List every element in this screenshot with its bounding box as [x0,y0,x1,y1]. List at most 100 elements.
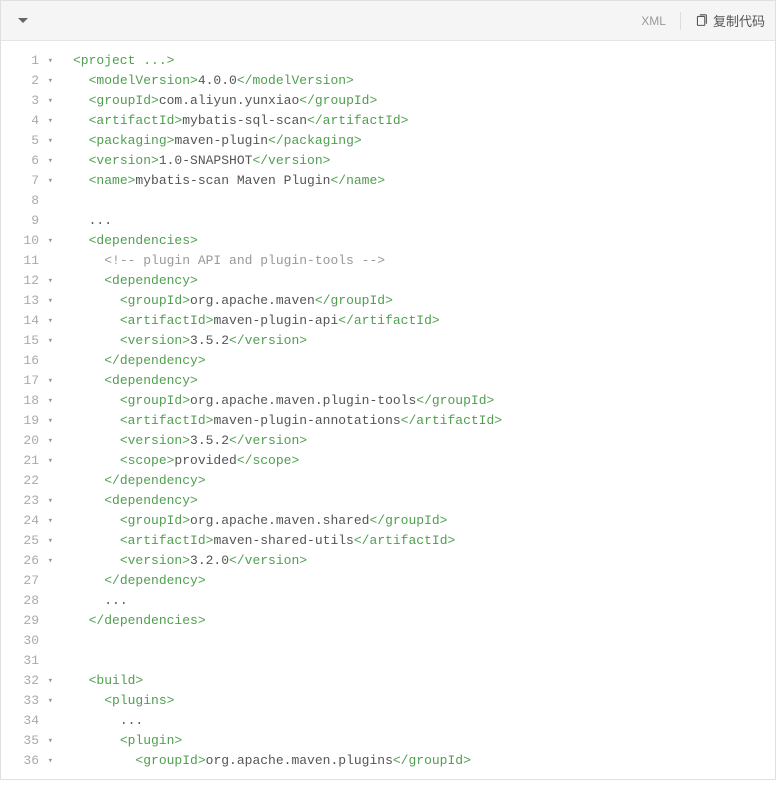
copy-icon [695,14,708,27]
fold-caret-icon[interactable]: ▾ [44,291,53,311]
line-number: 27 [21,571,39,591]
token-text: com.aliyun.yunxiao [159,93,299,108]
fold-caret-icon[interactable]: ▾ [44,431,53,451]
code-line: ... [73,591,775,611]
gutter-line: 5▾ [1,131,59,151]
fold-caret-icon[interactable]: ▾ [44,311,53,331]
fold-caret-icon[interactable]: ▾ [44,511,53,531]
token-text: 3.5.2 [190,433,229,448]
code-line: <dependency> [73,491,775,511]
token-tag: <plugin> [120,733,182,748]
token-text: maven-plugin [174,133,268,148]
gutter-line: 35▾ [1,731,59,751]
fold-caret-icon[interactable]: ▾ [44,391,53,411]
code-line [73,631,775,651]
fold-caret-icon[interactable]: ▾ [44,51,53,71]
token-tag: <artifactId> [120,413,214,428]
gutter-line: 16 [1,351,59,371]
fold-caret-icon[interactable]: ▾ [44,451,53,471]
toolbar-divider [680,12,681,30]
fold-caret-icon[interactable]: ▾ [44,71,53,91]
code-line: <packaging>maven-plugin</packaging> [73,131,775,151]
gutter-line: 2▾ [1,71,59,91]
gutter-line: 20▾ [1,431,59,451]
code-line: <dependency> [73,271,775,291]
fold-caret-icon[interactable]: ▾ [44,331,53,351]
token-tag: </dependency> [104,573,205,588]
token-tag: <version> [120,433,190,448]
code-line: </dependency> [73,571,775,591]
fold-caret-icon[interactable]: ▾ [44,151,53,171]
token-tag: <version> [89,153,159,168]
language-label: XML [641,14,666,28]
token-tag: <dependency> [104,493,198,508]
code-line: <version>3.5.2</version> [73,431,775,451]
copy-code-button[interactable]: 复制代码 [695,11,765,30]
line-number: 24 [21,511,39,531]
fold-caret-icon[interactable]: ▾ [44,411,53,431]
line-number: 1 [21,51,39,71]
code-line [73,191,775,211]
line-number: 34 [21,711,39,731]
line-number: 16 [21,351,39,371]
gutter-line: 24▾ [1,511,59,531]
fold-caret-icon[interactable]: ▾ [44,271,53,291]
line-number: 2 [21,71,39,91]
line-number: 10 [21,231,39,251]
line-number: 12 [21,271,39,291]
code-area: 1▾2▾3▾4▾5▾6▾7▾8910▾1112▾13▾14▾15▾1617▾18… [1,41,775,779]
code-line: <artifactId>maven-plugin-api</artifactId… [73,311,775,331]
fold-caret-icon[interactable]: ▾ [44,491,53,511]
token-tag: </groupId> [416,393,494,408]
fold-caret-icon[interactable]: ▾ [44,171,53,191]
fold-caret-icon[interactable]: ▾ [44,371,53,391]
line-number: 20 [21,431,39,451]
gutter-line: 6▾ [1,151,59,171]
code-line: <plugin> [73,731,775,751]
language-dropdown-button[interactable] [11,9,35,33]
code-line: <groupId>org.apache.maven.shared</groupI… [73,511,775,531]
token-tag: </artifactId> [354,533,455,548]
fold-caret-icon[interactable]: ▾ [44,111,53,131]
line-number: 32 [21,671,39,691]
fold-caret-icon[interactable]: ▾ [44,231,53,251]
token-tag: <dependency> [104,373,198,388]
line-number: 21 [21,451,39,471]
line-number: 13 [21,291,39,311]
fold-caret-icon[interactable]: ▾ [44,531,53,551]
fold-caret-icon[interactable]: ▾ [44,131,53,151]
token-text: ... [104,593,127,608]
token-tag: </artifactId> [338,313,439,328]
code-line: <artifactId>maven-shared-utils</artifact… [73,531,775,551]
token-tag: </groupId> [315,293,393,308]
gutter-line: 10▾ [1,231,59,251]
token-tag: </version> [229,433,307,448]
gutter-line: 13▾ [1,291,59,311]
token-tag: <build> [89,673,144,688]
gutter-line: 25▾ [1,531,59,551]
line-number: 11 [21,251,39,271]
code-line: <dependency> [73,371,775,391]
token-tag: </groupId> [299,93,377,108]
token-tag: <name> [89,173,136,188]
gutter-line: 8 [1,191,59,211]
token-tag: <packaging> [89,133,175,148]
token-tag: </name> [330,173,385,188]
code-line: <name>mybatis-scan Maven Plugin</name> [73,171,775,191]
toolbar-right: XML 复制代码 [641,11,765,30]
code-line: </dependencies> [73,611,775,631]
caret-down-icon [18,18,28,24]
fold-caret-icon[interactable]: ▾ [44,751,53,771]
fold-caret-icon[interactable]: ▾ [44,731,53,751]
line-number: 6 [21,151,39,171]
code-body[interactable]: <project ...> <modelVersion>4.0.0</model… [59,51,775,771]
fold-caret-icon[interactable]: ▾ [44,551,53,571]
fold-caret-icon[interactable]: ▾ [44,91,53,111]
token-tag: <version> [120,553,190,568]
token-tag: </packaging> [268,133,362,148]
token-text: org.apache.maven.plugins [206,753,393,768]
fold-caret-icon[interactable]: ▾ [44,691,53,711]
fold-caret-icon[interactable]: ▾ [44,671,53,691]
token-tag: </artifactId> [307,113,408,128]
token-tag: <groupId> [120,393,190,408]
